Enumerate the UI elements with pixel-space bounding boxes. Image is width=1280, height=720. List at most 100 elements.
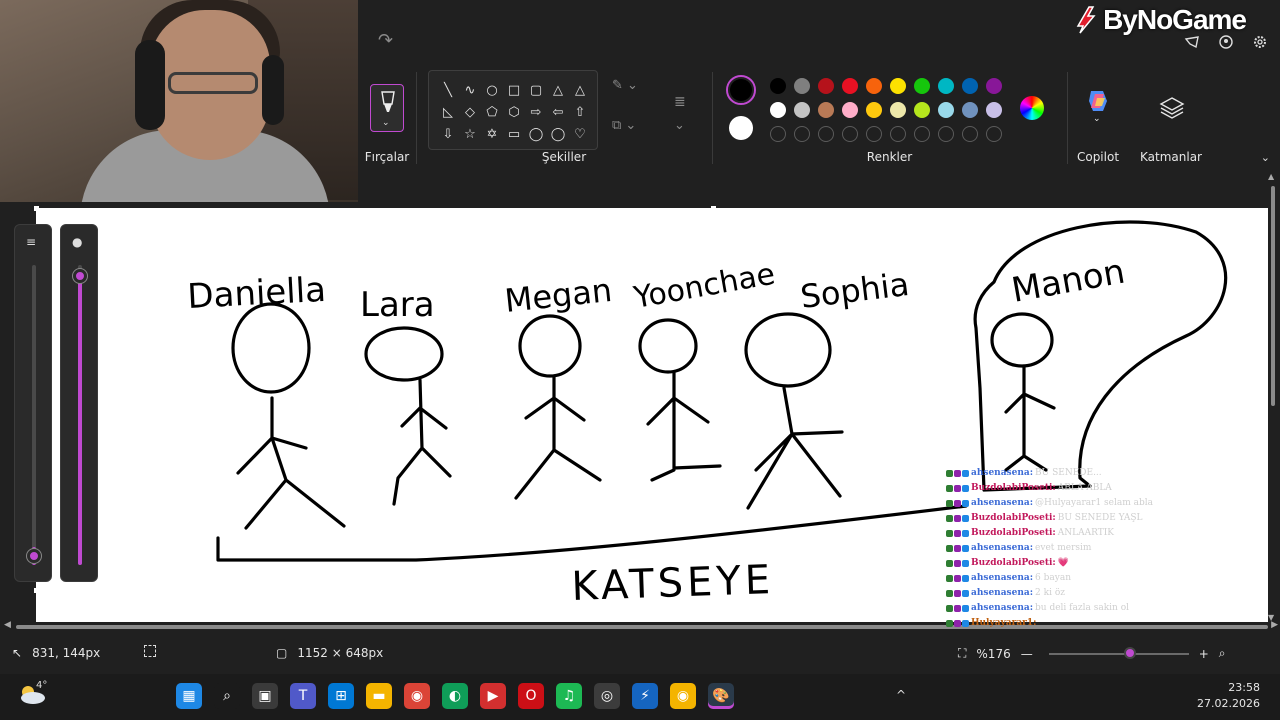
custom-color-slot[interactable]	[866, 126, 882, 142]
search-icon[interactable]: ⌕	[214, 683, 240, 709]
color-swatch[interactable]	[842, 78, 858, 94]
color-wheel-icon[interactable]	[1020, 96, 1044, 120]
shape-option[interactable]: ⇧	[569, 101, 591, 123]
color-swatch[interactable]	[794, 102, 810, 118]
color-swatch[interactable]	[818, 102, 834, 118]
custom-color-slot[interactable]	[842, 126, 858, 142]
shape-option[interactable]: ⬠	[481, 101, 503, 123]
layers-group[interactable]: Katmanlar	[1129, 60, 1213, 172]
color-swatch[interactable]	[866, 102, 882, 118]
task-view-icon[interactable]: ▣	[252, 683, 278, 709]
color-swatch[interactable]	[938, 78, 954, 94]
size-chevron-icon[interactable]: ⌄	[674, 118, 685, 133]
color-swatch[interactable]	[962, 102, 978, 118]
obs-icon[interactable]: ◎	[594, 683, 620, 709]
canvas-resize-handle[interactable]	[711, 206, 716, 211]
copilot-icon[interactable]	[1085, 88, 1111, 114]
canvas-resize-handle[interactable]	[34, 206, 39, 211]
color-swatch[interactable]	[962, 78, 978, 94]
fill-icon[interactable]: ⧉ ⌄	[612, 118, 636, 133]
canvas-resize-handle[interactable]	[34, 588, 39, 593]
clock[interactable]: 23:58 27.02.2026	[1197, 680, 1260, 712]
shape-option[interactable]: ╲	[437, 79, 459, 101]
shape-option[interactable]: △	[547, 79, 569, 101]
edge-icon[interactable]: ◐	[442, 683, 468, 709]
size-icon[interactable]: ≣	[674, 94, 686, 110]
color-swatch[interactable]	[986, 78, 1002, 94]
shape-option[interactable]: ▭	[503, 123, 525, 145]
shape-option[interactable]: ▢	[525, 79, 547, 101]
shape-option[interactable]: ♡	[569, 123, 591, 145]
size-slider-knob[interactable]	[27, 549, 41, 563]
color-swatch[interactable]	[794, 78, 810, 94]
shape-option[interactable]: ◺	[437, 101, 459, 123]
share-icon[interactable]	[1184, 34, 1200, 49]
redo-icon[interactable]: ↷	[378, 30, 393, 51]
remote-tool-icon[interactable]: ⚡	[632, 683, 658, 709]
custom-color-slot[interactable]	[770, 126, 786, 142]
windows-start-icon[interactable]: ▦	[176, 683, 202, 709]
shape-option[interactable]: ○	[481, 79, 503, 101]
expand-ribbon-icon[interactable]: ⌄	[1261, 151, 1270, 164]
shape-option[interactable]: △	[569, 79, 591, 101]
store-icon[interactable]: ⊞	[328, 683, 354, 709]
zoom-search-icon[interactable]: ⌕	[1219, 646, 1226, 661]
shape-option[interactable]: ⇩	[437, 123, 459, 145]
color-swatch[interactable]	[818, 78, 834, 94]
zoom-in-button[interactable]: +	[1199, 647, 1209, 661]
shape-option[interactable]: □	[503, 79, 525, 101]
color-swatch[interactable]	[842, 102, 858, 118]
video-player-icon[interactable]: ▶	[480, 683, 506, 709]
custom-color-slot[interactable]	[914, 126, 930, 142]
custom-color-slot[interactable]	[962, 126, 978, 142]
paint-icon[interactable]: 🎨	[708, 683, 734, 709]
brush-size-slider[interactable]: ≡	[14, 224, 52, 582]
color-swatch[interactable]	[986, 102, 1002, 118]
shape-option[interactable]: ✡	[481, 123, 503, 145]
brush-button[interactable]: ⌄	[370, 84, 404, 132]
shape-option[interactable]: ◯	[525, 123, 547, 145]
fit-icon[interactable]: ⛶	[958, 646, 966, 661]
outline-icon[interactable]: ✎ ⌄	[612, 78, 638, 93]
shape-option[interactable]: ⬡	[503, 101, 525, 123]
system-tray[interactable]: ^	[896, 688, 906, 702]
zoom-slider[interactable]	[1048, 646, 1189, 659]
color-swatch[interactable]	[770, 102, 786, 118]
file-explorer-icon[interactable]: ▬	[366, 683, 392, 709]
spotify-icon[interactable]: ♫	[556, 683, 582, 709]
color-swatch[interactable]	[770, 78, 786, 94]
color-swatch[interactable]	[914, 102, 930, 118]
zoom-out-button[interactable]: —	[1021, 647, 1033, 661]
chrome-2-icon[interactable]: ◉	[670, 683, 696, 709]
shape-option[interactable]: ⇦	[547, 101, 569, 123]
opacity-slider[interactable]: ●	[60, 224, 98, 582]
color-swatch[interactable]	[914, 78, 930, 94]
zoom-slider-knob[interactable]	[1123, 646, 1136, 659]
shape-option[interactable]: ⇨	[525, 101, 547, 123]
opera-icon[interactable]: O	[518, 683, 544, 709]
secondary-color[interactable]	[729, 116, 753, 140]
custom-color-slot[interactable]	[986, 126, 1002, 142]
color-swatch[interactable]	[890, 78, 906, 94]
color-swatch[interactable]	[866, 78, 882, 94]
primary-color[interactable]	[726, 75, 756, 105]
chrome-icon[interactable]: ◉	[404, 683, 430, 709]
custom-color-slot[interactable]	[938, 126, 954, 142]
settings-icon[interactable]	[1252, 34, 1268, 48]
vertical-scrollbar[interactable]: ▲ ▼	[1268, 172, 1278, 622]
layers-icon[interactable]	[1159, 96, 1185, 120]
shape-option[interactable]: ◇	[459, 101, 481, 123]
profile-icon[interactable]	[1218, 34, 1234, 49]
shape-option[interactable]: ◯	[547, 123, 569, 145]
copilot-group[interactable]: ⌄ Copilot	[1067, 60, 1129, 172]
custom-color-slot[interactable]	[890, 126, 906, 142]
teams-icon[interactable]: T	[290, 683, 316, 709]
shape-option[interactable]: ☆	[459, 123, 481, 145]
shape-option[interactable]: ∿	[459, 79, 481, 101]
color-swatch[interactable]	[890, 102, 906, 118]
custom-color-slot[interactable]	[794, 126, 810, 142]
opacity-slider-knob[interactable]	[73, 269, 87, 283]
vertical-scroll-thumb[interactable]	[1271, 186, 1275, 406]
custom-color-slot[interactable]	[818, 126, 834, 142]
color-swatch[interactable]	[938, 102, 954, 118]
